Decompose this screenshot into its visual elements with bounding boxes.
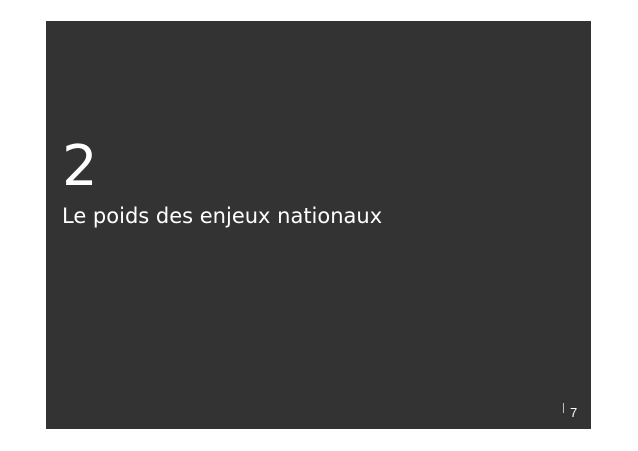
section-number: 2 <box>62 134 98 199</box>
page-number: 7 <box>570 405 578 420</box>
slide: 2 Le poids des enjeux nationaux 7 <box>46 21 591 429</box>
page-number-divider <box>563 403 564 413</box>
section-title: Le poids des enjeux nationaux <box>62 204 383 228</box>
